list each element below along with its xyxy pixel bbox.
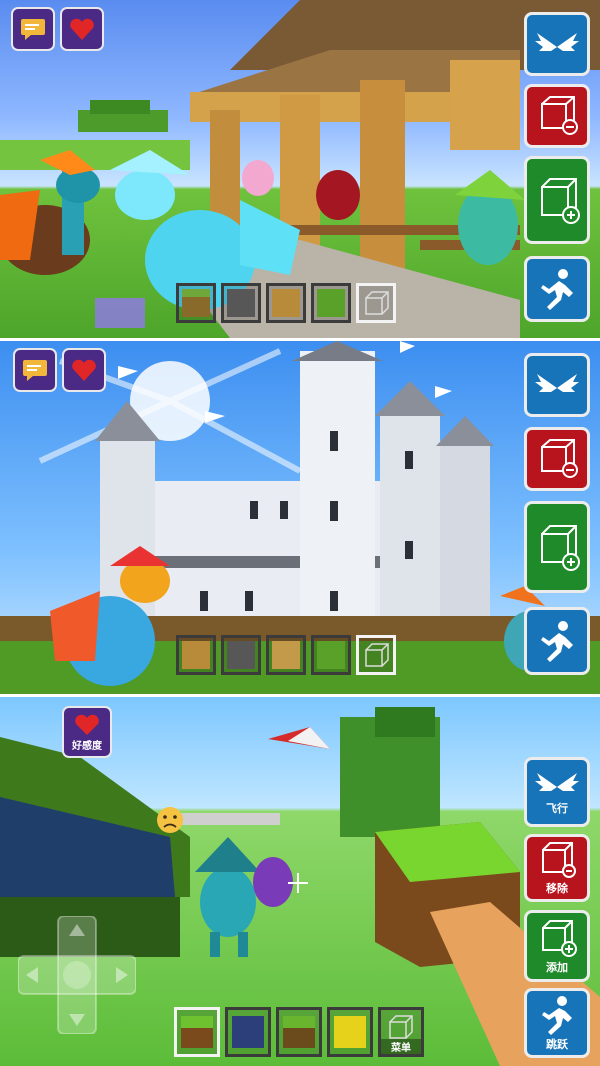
stone-block-icon bbox=[227, 289, 255, 317]
hotbar-slot[interactable] bbox=[266, 635, 306, 675]
wings-icon bbox=[535, 374, 579, 392]
cube-minus-icon bbox=[542, 841, 576, 878]
jump-label: 跳跃 bbox=[546, 1037, 568, 1051]
hotbar-slot[interactable] bbox=[311, 283, 351, 323]
jump-button[interactable]: 跳跃 bbox=[524, 988, 590, 1058]
fly-button[interactable] bbox=[524, 12, 590, 76]
remove-block-button[interactable] bbox=[524, 427, 590, 491]
hotbar-slot[interactable] bbox=[276, 1007, 322, 1057]
chat-bubble-icon bbox=[23, 360, 47, 381]
empty-cube-icon bbox=[389, 1015, 413, 1039]
menu-label: 菜单 bbox=[381, 1039, 421, 1054]
fly-button[interactable] bbox=[524, 353, 590, 417]
green-dragon bbox=[455, 170, 525, 265]
hotbar bbox=[176, 283, 396, 323]
heart-icon bbox=[70, 18, 94, 40]
remove-block-button[interactable]: 移除 bbox=[524, 834, 590, 902]
add-label: 添加 bbox=[546, 960, 568, 974]
grass-block-icon bbox=[181, 1016, 213, 1048]
middle-game-view bbox=[0, 341, 600, 694]
chat-bubble-icon bbox=[21, 19, 45, 40]
running-person-icon bbox=[542, 995, 572, 1035]
dragon-mood-bar bbox=[180, 813, 280, 825]
hotbar-slot[interactable] bbox=[176, 283, 216, 323]
hotbar-slot[interactable] bbox=[225, 1007, 271, 1057]
heart-icon bbox=[72, 359, 96, 381]
hotbar-slot[interactable] bbox=[356, 283, 396, 323]
wood-block-icon bbox=[272, 641, 300, 669]
wings-icon bbox=[535, 772, 579, 791]
affection-button[interactable]: 好感度 bbox=[62, 706, 112, 758]
top-game-view bbox=[0, 0, 600, 338]
cube-plus-icon bbox=[541, 525, 580, 571]
wood-block-icon bbox=[182, 641, 210, 669]
jump-button[interactable] bbox=[524, 256, 590, 322]
cube-plus-icon bbox=[542, 919, 577, 957]
dirt-block-icon bbox=[182, 289, 210, 317]
dpad[interactable] bbox=[18, 916, 136, 1034]
wings-icon bbox=[535, 33, 579, 51]
heart-icon bbox=[75, 714, 99, 735]
hotbar bbox=[176, 635, 396, 675]
chat-button[interactable] bbox=[11, 7, 55, 51]
empty-cube-icon bbox=[365, 291, 389, 315]
menu-button[interactable]: 菜单 bbox=[378, 1007, 424, 1057]
cube-minus-icon bbox=[541, 439, 578, 478]
hotbar-slot[interactable] bbox=[176, 635, 216, 675]
add-block-button[interactable] bbox=[524, 156, 590, 244]
teal-dragon bbox=[195, 837, 260, 957]
remove-label: 移除 bbox=[546, 881, 568, 895]
stone-block-icon bbox=[227, 641, 255, 669]
fly-button[interactable]: 飞行 bbox=[524, 757, 590, 827]
empty-cube-icon bbox=[365, 643, 389, 667]
hotbar-slot[interactable] bbox=[266, 283, 306, 323]
hotbar-slot[interactable] bbox=[311, 635, 351, 675]
cube-minus-icon bbox=[541, 96, 578, 135]
add-block-button[interactable] bbox=[524, 501, 590, 593]
chat-button[interactable] bbox=[13, 348, 57, 392]
sad-face-icon bbox=[157, 807, 183, 833]
wood-block-icon bbox=[272, 289, 300, 317]
hotbar-slot[interactable] bbox=[221, 283, 261, 323]
blue-stone-block-icon bbox=[232, 1016, 264, 1048]
mossy-block-icon bbox=[283, 1016, 315, 1048]
add-block-button[interactable]: 添加 bbox=[524, 910, 590, 982]
running-person-icon bbox=[541, 269, 573, 310]
pink-dragon bbox=[242, 160, 274, 196]
purple-dragon bbox=[253, 857, 293, 907]
hotbar: 菜单 bbox=[174, 1007, 424, 1057]
fly-label: 飞行 bbox=[546, 801, 568, 815]
hotbar-slot[interactable] bbox=[327, 1007, 373, 1057]
grass-block-icon bbox=[317, 641, 345, 669]
cube-plus-icon bbox=[541, 178, 580, 224]
grass-block-icon bbox=[317, 289, 345, 317]
affection-button[interactable] bbox=[62, 348, 106, 392]
gold-block-icon bbox=[334, 1016, 366, 1048]
hotbar-slot[interactable] bbox=[221, 635, 261, 675]
jump-button[interactable] bbox=[524, 607, 590, 675]
affection-label: 好感度 bbox=[72, 740, 102, 752]
remove-block-button[interactable] bbox=[524, 84, 590, 148]
affection-button[interactable] bbox=[60, 7, 104, 51]
running-person-icon bbox=[541, 621, 573, 662]
hotbar-slot[interactable] bbox=[356, 635, 396, 675]
hotbar-slot[interactable] bbox=[174, 1007, 220, 1057]
red-dragon bbox=[316, 170, 360, 220]
